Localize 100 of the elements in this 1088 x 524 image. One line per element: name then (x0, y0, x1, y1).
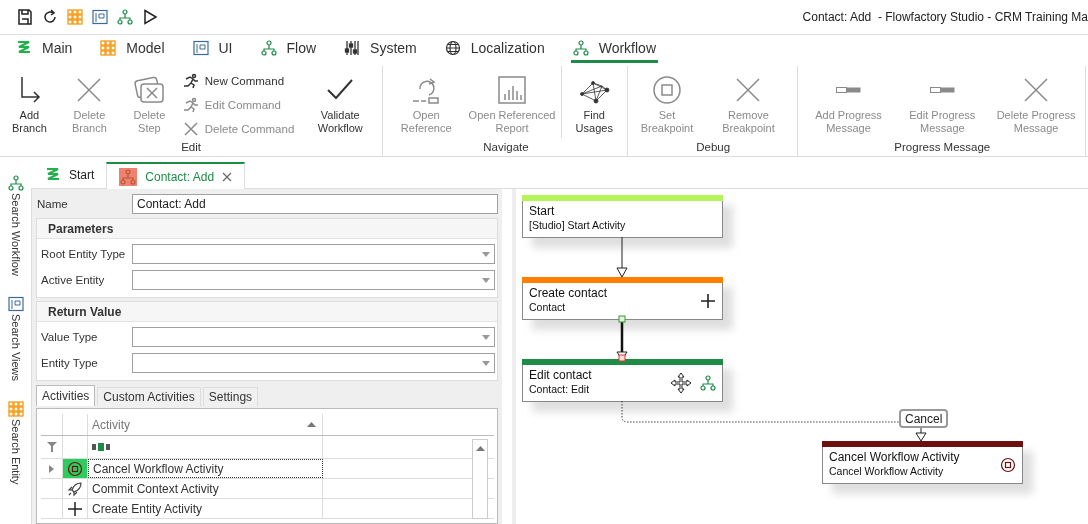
progress-bar-icon (836, 87, 861, 93)
ribbon-group-label: Navigate (482, 141, 530, 155)
flow-icon (120, 168, 137, 185)
panel-tab[interactable]: Custom Activities (97, 387, 201, 406)
connection-handle[interactable] (618, 315, 626, 323)
field-label: Active Entity (40, 274, 106, 286)
refresh-icon[interactable] (42, 9, 58, 25)
cross-icon (182, 121, 199, 137)
stop-circle-icon (67, 460, 83, 477)
dropdown-field[interactable] (132, 327, 495, 347)
dropdown-field[interactable] (132, 244, 495, 264)
zigzag-icon (16, 40, 32, 56)
document-tab[interactable]: Start (33, 162, 107, 188)
sort-arrow-icon[interactable] (307, 422, 316, 427)
flow-icon[interactable] (117, 9, 133, 25)
runner-icon (182, 97, 199, 113)
dropdown-field[interactable] (132, 270, 495, 290)
ribbon-button[interactable]: Validate Workflow (300, 70, 381, 135)
stop-circle-icon (1000, 456, 1016, 473)
group-title: Parameters (48, 221, 114, 236)
table-cell: Create Entity Activity (92, 501, 203, 516)
scrollbar[interactable] (472, 439, 488, 519)
dropdown-caret-icon (482, 360, 490, 366)
field-label: Name (36, 198, 69, 210)
filter-icon[interactable] (46, 442, 57, 452)
move-cursor-icon (670, 371, 692, 394)
ribbon-group-label: Edit (180, 141, 202, 155)
form-icon (7, 295, 24, 312)
node-subtitle: [Studio] Start Activity (529, 219, 626, 231)
group-title: Return Value (48, 304, 122, 319)
field-label: Value Type (40, 331, 99, 343)
ribbon-tab[interactable]: Flow (258, 36, 319, 63)
globe-icon (444, 40, 461, 56)
node-title: Edit contact (529, 368, 592, 382)
dropdown-caret-icon (482, 277, 490, 283)
node-subtitle: Contact: Edit (529, 383, 591, 395)
node-subtitle: Cancel Workflow Activity (829, 465, 945, 477)
activity-node[interactable]: Start [Studio] Start Activity (522, 195, 723, 238)
stop-circle-icon (651, 74, 683, 106)
ribbon-tab[interactable]: UI (190, 36, 235, 63)
scroll-up-icon[interactable] (475, 446, 485, 451)
document-tab[interactable]: Contact: Add (106, 162, 246, 189)
card-cross-icon (133, 74, 166, 106)
ribbon-group-label: Debug (695, 141, 732, 155)
rocket-icon (67, 480, 83, 497)
close-icon[interactable] (222, 171, 233, 182)
ribbon-tab[interactable]: Localization (442, 36, 547, 63)
field-label: Entity Type (40, 357, 99, 369)
ribbon-group-label: Progress Message (893, 141, 992, 155)
ribbon-button[interactable]: Add Branch (2, 70, 57, 135)
grid-icon (100, 40, 117, 56)
sidebar-tab[interactable]: Search Views (7, 295, 24, 381)
activity-node[interactable]: Edit contact Contact: Edit (522, 359, 723, 402)
progress-bar-icon (929, 87, 955, 93)
activity-node[interactable]: Cancel Workflow Activity Cancel Workflow Activity (822, 441, 1023, 484)
activity-node[interactable]: Create contact Contact (522, 277, 723, 320)
ribbon-tab[interactable]: Main (14, 36, 75, 63)
zigzag-icon (45, 167, 61, 183)
bar-chart-icon (496, 74, 528, 106)
text-filter-icon[interactable] (92, 443, 110, 451)
dropdown-caret-icon (482, 251, 490, 257)
ribbon-tab[interactable]: Workflow (570, 36, 658, 63)
flow-icon (700, 374, 716, 391)
sliders-icon (344, 40, 361, 56)
ribbon-button[interactable]: Find Usages (563, 70, 625, 135)
sidebar-tab[interactable]: Search Workflow (7, 175, 24, 276)
form-icon[interactable] (92, 9, 108, 25)
connector-arrow (616, 236, 628, 278)
runner-icon (182, 73, 199, 89)
dropdown-field[interactable] (132, 353, 495, 373)
table-cell: Cancel Workflow Activity (93, 461, 224, 476)
node-title: Start (529, 204, 556, 218)
node-subtitle: Contact (529, 301, 567, 313)
flow-icon (572, 40, 589, 56)
row-indicator-icon (49, 464, 54, 473)
ribbon-button[interactable]: New Command (182, 72, 295, 90)
play-icon[interactable] (142, 9, 158, 25)
node-title: Cancel Workflow Activity (829, 450, 960, 464)
panel-tab[interactable]: Settings (202, 387, 259, 406)
field-label: Root Entity Type (40, 248, 127, 260)
ribbon-tab[interactable]: Model (98, 36, 167, 63)
ribbon-tab[interactable]: System (342, 36, 419, 63)
sidebar-tab[interactable]: Search Entity (7, 401, 24, 485)
column-header[interactable]: Activity (92, 417, 130, 432)
plus-icon (700, 292, 716, 309)
connection-handle[interactable] (618, 354, 626, 362)
save-icon[interactable] (17, 9, 33, 25)
form-icon (192, 40, 209, 56)
flow-icon (7, 175, 24, 191)
node-title: Create contact (529, 286, 608, 300)
connector-arrow (915, 427, 927, 442)
panel-tab[interactable]: Activities (36, 385, 96, 406)
name-input-field[interactable]: Contact: Add (132, 194, 498, 214)
branch-label[interactable]: Cancel (899, 409, 949, 428)
grid-icon (7, 401, 24, 417)
flow-icon (260, 40, 277, 56)
table-cell: Commit Context Activity (92, 481, 219, 496)
window-title: Contact: Add - Flowfactory Studio - CRM Training Ma (802, 10, 1088, 24)
plus-icon (67, 500, 83, 517)
dropdown-caret-icon (482, 334, 490, 340)
